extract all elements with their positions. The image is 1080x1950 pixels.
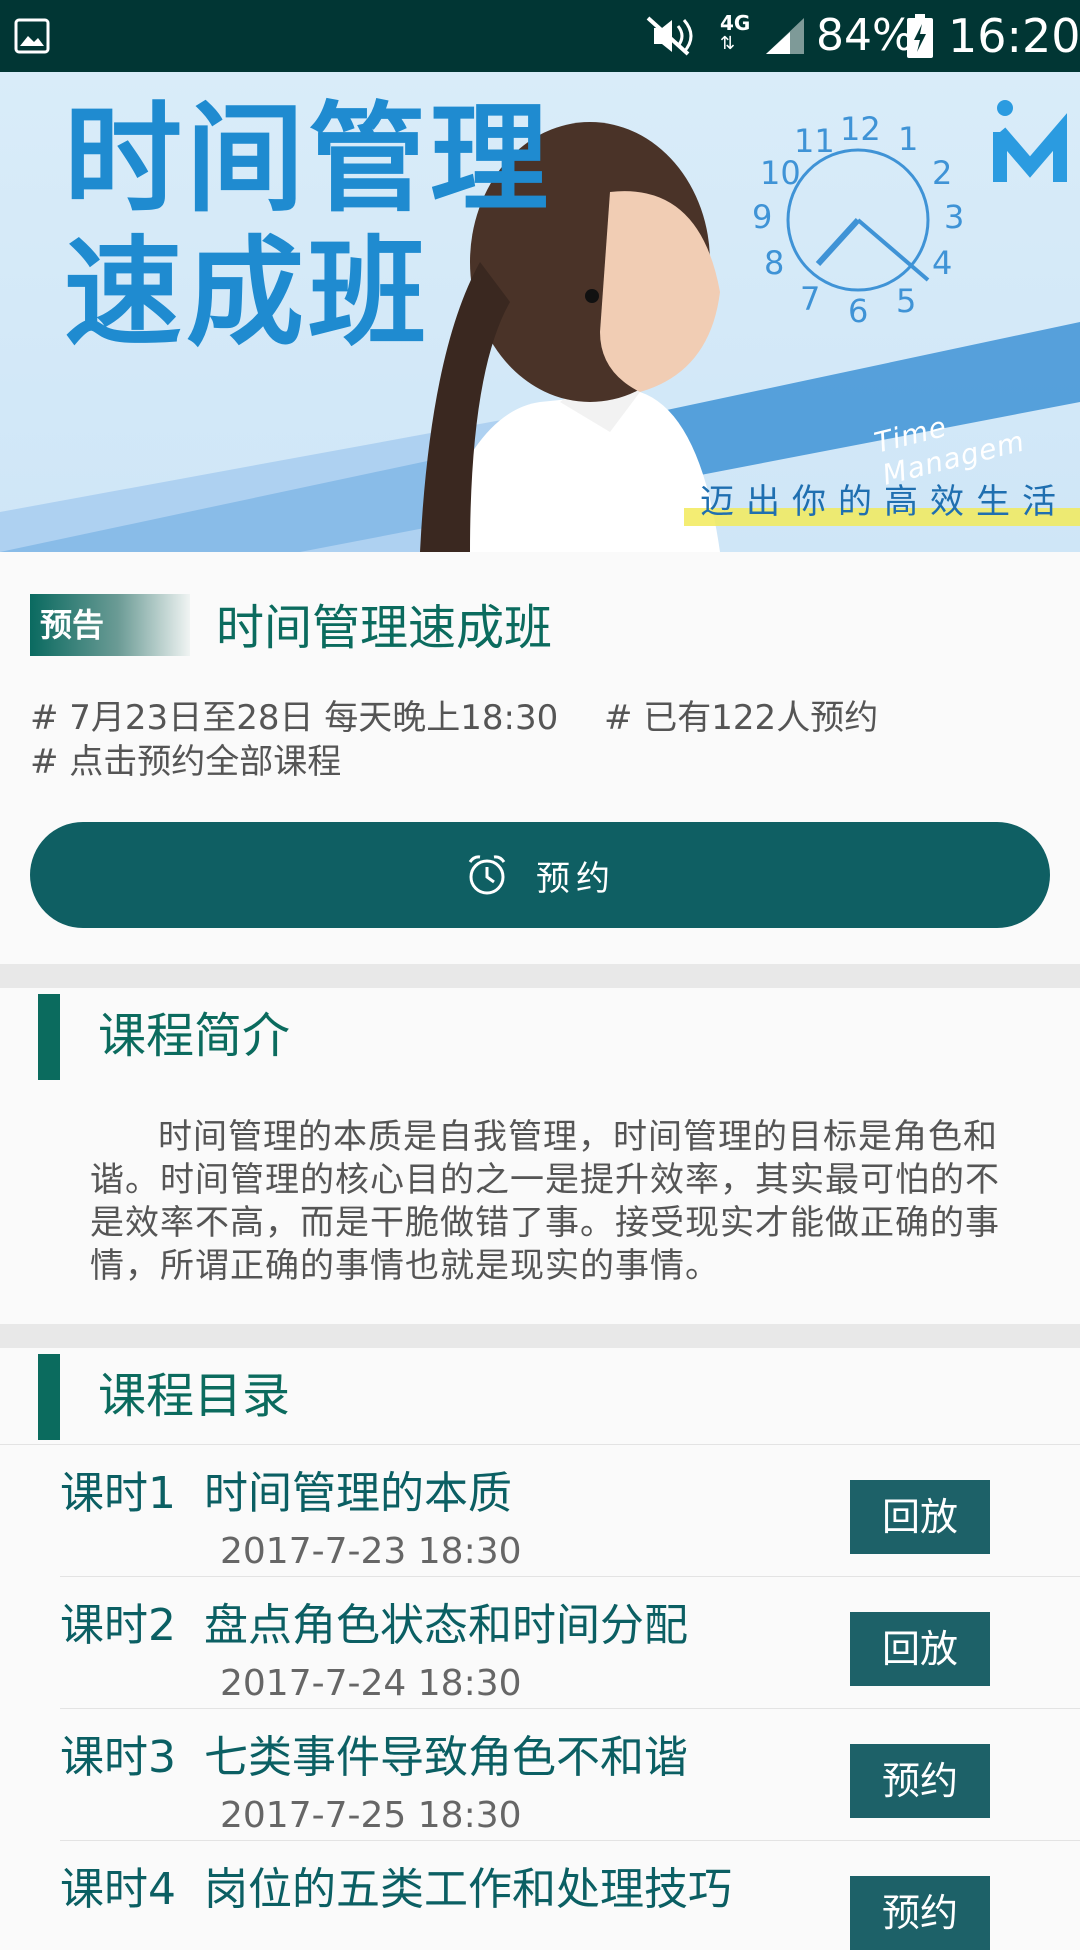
- clock-number: 3: [944, 198, 965, 236]
- replay-button[interactable]: 回放: [850, 1612, 990, 1686]
- battery-charging-icon: [907, 14, 933, 58]
- clock-number: 12: [840, 110, 881, 148]
- clock-number: 5: [896, 282, 917, 320]
- divider: [0, 1444, 1080, 1445]
- clock-number: 1: [898, 120, 919, 158]
- clock-number: 8: [764, 244, 785, 282]
- battery-percent: 84%: [816, 10, 914, 61]
- notice-tag: 预告: [30, 594, 190, 656]
- divider: [60, 1708, 1080, 1709]
- book-all-hint: # 点击预约全部课程: [30, 742, 342, 782]
- intro-text: 时间管理的本质是自我管理，时间管理的目标是角色和谐。时间管理的核心目的之一是提升…: [90, 1117, 1000, 1286]
- clock-number: 9: [752, 198, 773, 236]
- lesson-number: 课时4: [60, 1864, 176, 1915]
- book-button-label: 预约: [536, 858, 616, 899]
- reserve-button[interactable]: 预约: [850, 1744, 990, 1818]
- network-4g-icon: 4G ⇅: [720, 12, 756, 60]
- gallery-icon: [14, 18, 50, 54]
- network-type: 4G: [720, 11, 751, 35]
- section-gap: [0, 964, 1080, 988]
- banner-title: 时间管理 速成班: [64, 92, 552, 360]
- mute-icon: [646, 16, 693, 56]
- reserve-button[interactable]: 预约: [850, 1876, 990, 1950]
- clock-number: 7: [800, 280, 821, 318]
- book-all-button[interactable]: 预约: [30, 822, 1050, 928]
- course-title: 时间管理速成班: [216, 600, 553, 656]
- clock-number: 6: [848, 292, 869, 330]
- course-banner[interactable]: 时间管理 速成班 12 1 2 3 4 5 6 7 8 9 10 11 Time…: [0, 72, 1080, 552]
- banner-title-line2: 速成班: [64, 224, 431, 362]
- replay-button[interactable]: 回放: [850, 1480, 990, 1554]
- banner-title-line1: 时间管理: [64, 90, 553, 228]
- status-bar: 4G ⇅ 84% 16:20: [0, 0, 1080, 72]
- alarm-clock-icon: [468, 855, 506, 895]
- clock-time: 16:20: [948, 9, 1080, 63]
- clock-number: 11: [794, 122, 835, 160]
- lesson-date: 2017-7-23 18:30: [220, 1531, 522, 1572]
- signal-icon: [766, 18, 804, 54]
- lesson-number: 课时2: [60, 1600, 176, 1651]
- lesson-title: 七类事件导致角色不和谐: [204, 1732, 688, 1783]
- clock-illustration: [786, 148, 930, 292]
- catalog-heading: 课程目录: [98, 1368, 291, 1424]
- intro-heading: 课程简介: [98, 1008, 291, 1064]
- section-accent-bar: [38, 1354, 60, 1440]
- lesson-title: 时间管理的本质: [204, 1468, 512, 1519]
- lesson-date: 2017-7-25 18:30: [220, 1795, 522, 1836]
- banner-slogan: 迈出你的高效生活: [700, 482, 1068, 522]
- clock-number: 4: [932, 244, 953, 282]
- divider: [60, 1840, 1080, 1841]
- section-accent-bar: [38, 994, 60, 1080]
- lesson-date: 2017-7-24 18:30: [220, 1663, 522, 1704]
- clock-number: 2: [932, 154, 953, 192]
- reservation-count: # 已有122人预约: [604, 698, 879, 738]
- lesson-number: 课时3: [60, 1732, 176, 1783]
- lesson-title: 盘点角色状态和时间分配: [204, 1600, 688, 1651]
- lesson-number: 课时1: [60, 1468, 176, 1519]
- section-gap: [0, 1324, 1080, 1348]
- divider: [60, 1576, 1080, 1577]
- schedule-text: # 7月23日至28日 每天晚上18:30: [30, 698, 559, 738]
- lesson-title: 岗位的五类工作和处理技巧: [204, 1864, 732, 1915]
